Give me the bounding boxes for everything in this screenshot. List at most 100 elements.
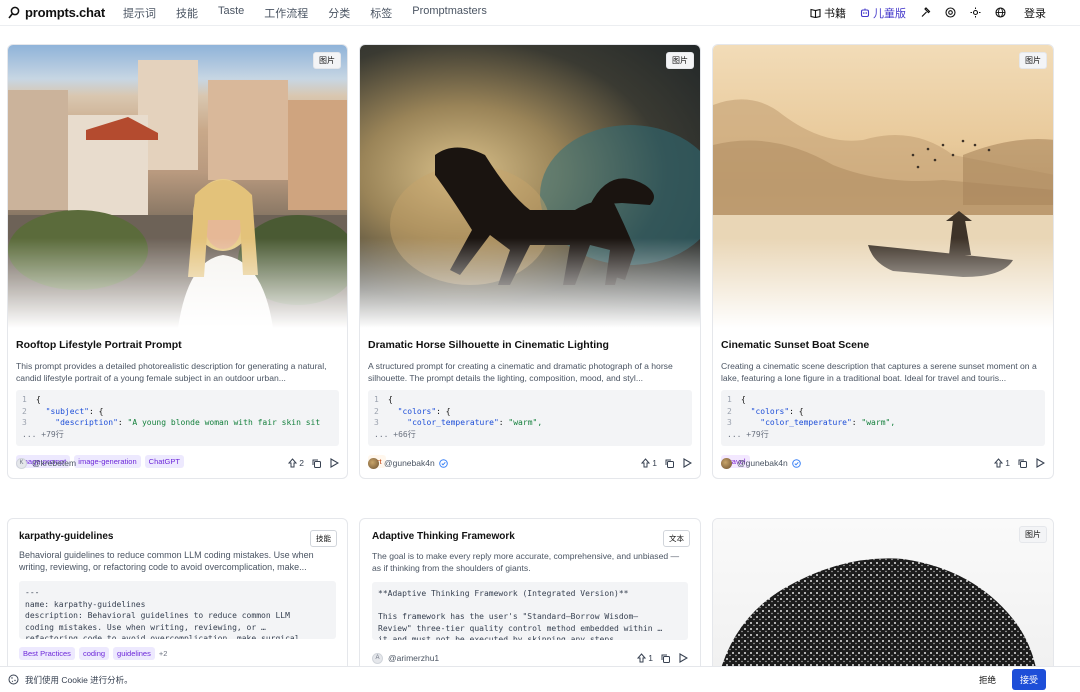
- cookie-text: 我们使用 Cookie 进行分析。: [25, 674, 133, 685]
- image-fade: [713, 238, 1053, 328]
- code-preview: **Adaptive Thinking Framework (Integrate…: [372, 582, 688, 640]
- nav-workflows[interactable]: 工作流程: [264, 5, 308, 21]
- extra-tags-count[interactable]: +2: [159, 649, 168, 658]
- tag-list: Best Practices coding guidelines +2: [19, 647, 336, 660]
- upvote-count: 1: [652, 458, 657, 468]
- nav-prompts[interactable]: 提示词: [123, 5, 156, 21]
- type-badge: 图片: [666, 52, 694, 69]
- verified-icon: [791, 458, 801, 468]
- prompt-card[interactable]: 图片 Cinematic Sunset Boat Scene Creating …: [712, 44, 1054, 479]
- tag[interactable]: Best Practices: [19, 647, 75, 660]
- prompt-card[interactable]: 文本 Adaptive Thinking Framework The goal …: [359, 518, 701, 678]
- upvote-icon: [288, 458, 298, 468]
- book-icon: [810, 8, 821, 18]
- logo-text: prompts.chat: [25, 5, 105, 20]
- nav-categories[interactable]: 分类: [328, 5, 350, 21]
- card-title[interactable]: Adaptive Thinking Framework: [372, 531, 688, 542]
- upvote-button[interactable]: 2: [288, 458, 304, 468]
- prompt-card[interactable]: 技能 karpathy-guidelines Behavioral guidel…: [7, 518, 348, 678]
- verified-icon: [438, 458, 448, 468]
- card-title[interactable]: Cinematic Sunset Boat Scene: [721, 339, 1045, 351]
- logo-icon: [8, 6, 20, 19]
- avatar[interactable]: K: [16, 457, 27, 469]
- image-fade: [8, 238, 347, 328]
- avatar[interactable]: [368, 457, 379, 469]
- card-footer: @gunebak4n 1: [721, 456, 1045, 470]
- type-badge: 图片: [1019, 526, 1047, 543]
- card-actions: 1: [641, 458, 692, 468]
- sun-icon[interactable]: [970, 7, 981, 18]
- accept-button[interactable]: 接受: [1011, 669, 1046, 690]
- prompt-card[interactable]: 图片 Rooftop Lifestyle Portrait Prompt Thi…: [7, 44, 348, 479]
- nav-promptmasters[interactable]: Promptmasters: [412, 5, 487, 21]
- card-title[interactable]: Dramatic Horse Silhouette in Cinematic L…: [368, 339, 692, 351]
- tag[interactable]: guidelines: [113, 647, 155, 660]
- card-description: The goal is to make every reply more acc…: [372, 551, 680, 573]
- copy-icon[interactable]: [665, 459, 674, 468]
- card-image: [713, 519, 1053, 677]
- card-footer: A @arimerzhu1 1: [372, 651, 688, 665]
- books-link[interactable]: 书籍: [810, 5, 846, 21]
- run-icon[interactable]: [682, 458, 692, 468]
- card-body: karpathy-guidelines Behavioral guideline…: [19, 531, 336, 660]
- nav-skills[interactable]: 技能: [176, 5, 198, 21]
- textured-mound-illustration: [718, 558, 1038, 677]
- run-icon[interactable]: [678, 653, 688, 663]
- upvote-count: 2: [299, 458, 304, 468]
- author-name[interactable]: @gunebak4n: [737, 458, 788, 468]
- upvote-button[interactable]: 1: [637, 653, 653, 663]
- copy-icon[interactable]: [312, 459, 321, 468]
- card-actions: 2: [288, 458, 339, 468]
- header-actions: 书籍 儿童版 登录: [810, 5, 1072, 21]
- upvote-icon: [637, 653, 647, 663]
- card-image: [360, 45, 700, 328]
- card-title[interactable]: Rooftop Lifestyle Portrait Prompt: [16, 339, 339, 351]
- kids-icon: [860, 8, 870, 17]
- reject-button[interactable]: 拒绝: [979, 674, 996, 686]
- upvote-button[interactable]: 1: [641, 458, 657, 468]
- upvote-icon: [994, 458, 1004, 468]
- card-actions: 1: [637, 653, 688, 663]
- card-footer: K @krebetem 2: [16, 456, 339, 470]
- card-image: [713, 45, 1053, 328]
- author-name[interactable]: @gunebak4n: [384, 458, 435, 468]
- run-icon[interactable]: [329, 458, 339, 468]
- code-preview: 1{ 2 "subject": { 3 "description": "A yo…: [16, 390, 339, 446]
- card-image: [8, 45, 347, 328]
- chrome-icon[interactable]: [945, 7, 956, 18]
- prompt-card[interactable]: 图片 Dramatic Horse Silhouette in Cinemati…: [359, 44, 701, 479]
- nav-taste[interactable]: Taste: [218, 5, 244, 21]
- card-footer: @gunebak4n 1: [368, 456, 692, 470]
- card-body: Adaptive Thinking Framework The goal is …: [372, 531, 688, 640]
- login-button[interactable]: 登录: [1024, 5, 1046, 21]
- nav-tags[interactable]: 标签: [370, 5, 392, 21]
- card-description: This prompt provides a detailed photorea…: [16, 361, 327, 383]
- copy-icon[interactable]: [661, 654, 670, 663]
- avatar[interactable]: [721, 457, 732, 469]
- cookie-actions: 拒绝 接受: [979, 669, 1072, 690]
- globe-icon[interactable]: [995, 7, 1006, 18]
- kids-link[interactable]: 儿童版: [860, 5, 906, 21]
- main-nav: 提示词 技能 Taste 工作流程 分类 标签 Promptmasters: [123, 5, 487, 21]
- upvote-button[interactable]: 1: [994, 458, 1010, 468]
- top-header: prompts.chat 提示词 技能 Taste 工作流程 分类 标签 Pro…: [0, 0, 1080, 26]
- upvote-count: 1: [648, 653, 653, 663]
- image-fade: [360, 238, 700, 328]
- avatar[interactable]: A: [372, 652, 383, 664]
- card-title[interactable]: karpathy-guidelines: [19, 531, 336, 542]
- code-preview: 1{ 2 "colors": { 3 "color_temperature": …: [368, 390, 692, 446]
- tag[interactable]: coding: [78, 647, 110, 660]
- author-name[interactable]: @arimerzhu1: [388, 653, 439, 663]
- cookie-banner: 我们使用 Cookie 进行分析。 拒绝 接受: [0, 666, 1080, 692]
- prompt-card[interactable]: 图片: [712, 518, 1054, 678]
- cookie-icon: [8, 674, 19, 685]
- upvote-icon: [641, 458, 651, 468]
- author-name[interactable]: @krebetem: [32, 458, 76, 468]
- logo[interactable]: prompts.chat: [8, 5, 105, 20]
- run-icon[interactable]: [1035, 458, 1045, 468]
- card-body: Cinematic Sunset Boat Scene Creating a c…: [721, 339, 1045, 468]
- card-body: Dramatic Horse Silhouette in Cinematic L…: [368, 339, 692, 468]
- code-preview: --- name: karpathy-guidelines descriptio…: [19, 581, 336, 639]
- hammer-icon[interactable]: [920, 7, 931, 18]
- copy-icon[interactable]: [1018, 459, 1027, 468]
